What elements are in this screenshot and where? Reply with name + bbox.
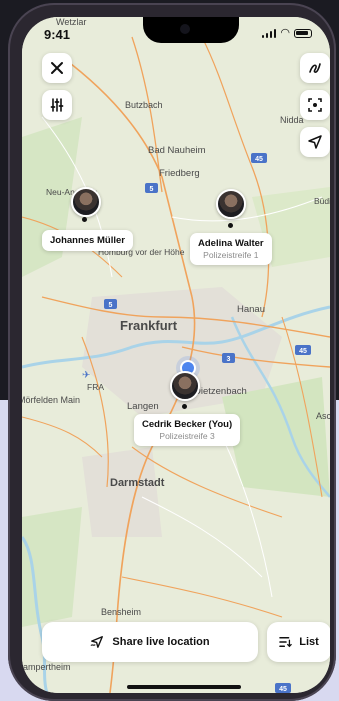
road-badge: 5 [145, 183, 158, 193]
map-label: Dietzenbach [194, 386, 247, 397]
map-label: Lampertheim [22, 662, 71, 672]
scan-focus-icon [308, 98, 322, 112]
navigation-arrow-icon [308, 135, 322, 149]
locate-button[interactable] [300, 127, 330, 157]
svg-text:3: 3 [227, 356, 231, 363]
close-button[interactable] [42, 53, 72, 83]
airport-icon: ✈ [82, 370, 90, 381]
camera-icon [180, 24, 190, 34]
share-live-location-button[interactable]: Share live location [42, 622, 258, 662]
map-canvas[interactable]: 45 5 5 3 45 45 ✈ Wetzlar Butzbach Nidda … [22, 17, 330, 693]
road-badge: 45 [275, 683, 291, 693]
focus-button[interactable] [300, 90, 330, 120]
road-badge: 45 [295, 345, 311, 355]
map-label: Bensheim [101, 607, 141, 617]
filter-button[interactable] [42, 90, 72, 120]
map-label: Wetzlar [56, 17, 86, 27]
map-label: Darmstadt [110, 477, 165, 489]
map-label: Langen [127, 401, 159, 412]
map-label: Büdingen [314, 196, 330, 206]
avatar[interactable] [216, 189, 246, 219]
status-icons: ◠ [261, 27, 312, 39]
list-label: List [299, 636, 319, 648]
map-label: Hanau [237, 304, 265, 315]
status-time: 9:41 [44, 27, 71, 42]
wifi-icon: ◠ [280, 27, 290, 39]
phone-frame: 45 5 5 3 45 45 ✈ Wetzlar Butzbach Nidda … [8, 3, 336, 701]
map-label: Bad Nauheim [148, 145, 206, 156]
person-name: Cedrik Becker (You) [142, 419, 233, 430]
map-label: FRA [87, 382, 104, 392]
person-name: Adelina Walter [198, 238, 264, 249]
home-indicator [127, 685, 241, 689]
svg-text:45: 45 [279, 686, 287, 693]
share-label: Share live location [112, 636, 210, 648]
location-dot [228, 223, 233, 228]
road-badge: 3 [222, 353, 235, 363]
signal-icon [261, 28, 277, 38]
person-name: Johannes Müller [50, 235, 125, 246]
map-label: Mörfelden Main [22, 395, 80, 405]
map-label: Frankfurt [120, 318, 178, 333]
person-unit: Polizeistreife 1 [203, 250, 259, 260]
list-icon [279, 636, 293, 648]
svg-text:45: 45 [299, 348, 307, 355]
location-dot [82, 217, 87, 222]
map-label: Aschaffenburg [316, 411, 330, 421]
list-button[interactable]: List [267, 622, 330, 662]
battery-icon [294, 28, 312, 38]
person-unit: Polizeistreife 3 [159, 431, 215, 441]
map-label: Nidda [280, 115, 304, 125]
pen-scribble-icon [309, 63, 321, 73]
draw-button[interactable] [300, 53, 330, 83]
sliders-icon [50, 98, 64, 112]
close-icon [51, 62, 63, 74]
svg-text:5: 5 [109, 302, 113, 309]
map-label: Friedberg [159, 168, 200, 179]
svg-text:5: 5 [150, 186, 154, 193]
share-location-icon [90, 636, 104, 648]
app-screen: 45 5 5 3 45 45 ✈ Wetzlar Butzbach Nidda … [22, 17, 330, 693]
dynamic-island [143, 17, 239, 43]
road-badge: 5 [104, 299, 117, 309]
person-label[interactable]: Johannes Müller [42, 230, 133, 251]
location-dot [182, 404, 187, 409]
road-badge: 45 [251, 153, 267, 163]
avatar[interactable] [71, 187, 101, 217]
avatar[interactable] [170, 371, 200, 401]
person-label[interactable]: Cedrik Becker (You) Polizeistreife 3 [134, 414, 241, 446]
svg-text:45: 45 [255, 156, 263, 163]
person-label[interactable]: Adelina Walter Polizeistreife 1 [190, 233, 272, 265]
map-label: Butzbach [125, 100, 163, 110]
